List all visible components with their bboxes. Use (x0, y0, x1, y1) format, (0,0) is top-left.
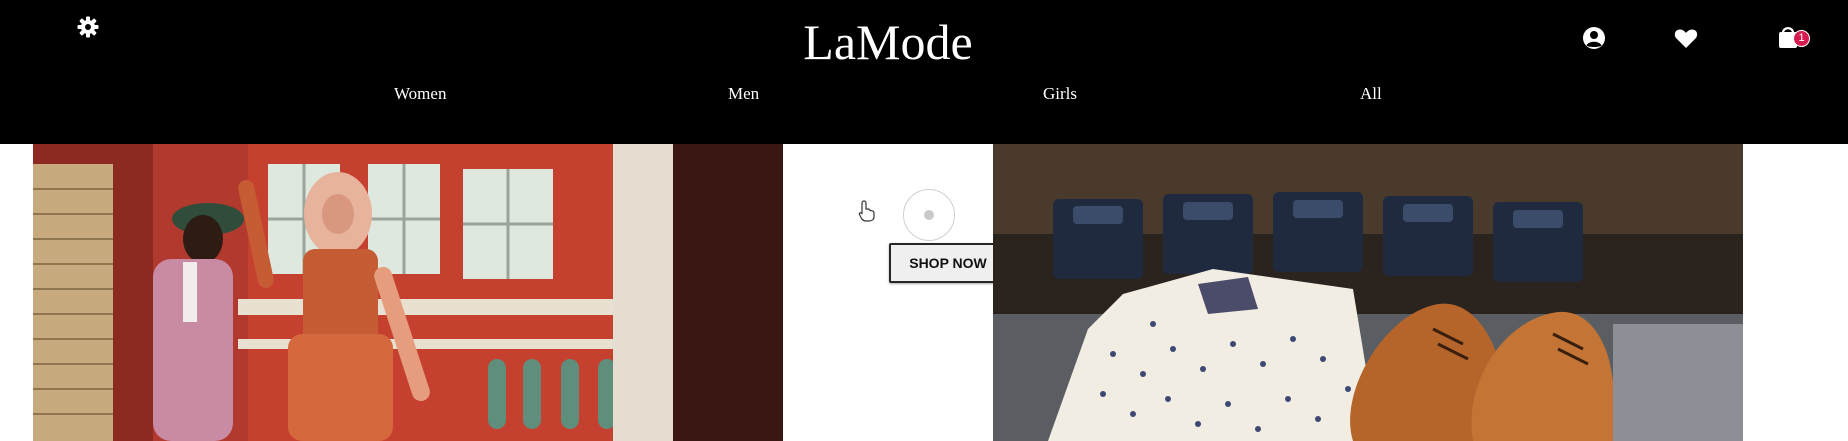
cart-count-badge: 1 (1793, 30, 1810, 47)
nav-item-all[interactable]: All (1360, 83, 1382, 105)
hero-image-street-fashion[interactable] (33, 144, 783, 441)
nav-item-women[interactable]: Women (394, 83, 446, 105)
shop-now-button[interactable]: SHOP NOW (889, 243, 1007, 283)
carousel-dot[interactable] (903, 189, 955, 241)
site-header: LaMode 1 Women Men Girls All (0, 0, 1848, 144)
nav-item-girls[interactable]: Girls (1043, 83, 1077, 105)
shopping-bag-icon[interactable]: 1 (1776, 24, 1810, 50)
nav-item-men[interactable]: Men (728, 83, 759, 105)
heart-icon[interactable] (1673, 25, 1699, 51)
user-circle-icon[interactable] (1581, 25, 1607, 51)
site-logo[interactable]: LaMode (0, 14, 1776, 70)
hero-image-menswear[interactable] (993, 144, 1743, 441)
carousel-dot-indicator (924, 210, 934, 220)
hand-pointer-icon (858, 200, 875, 222)
